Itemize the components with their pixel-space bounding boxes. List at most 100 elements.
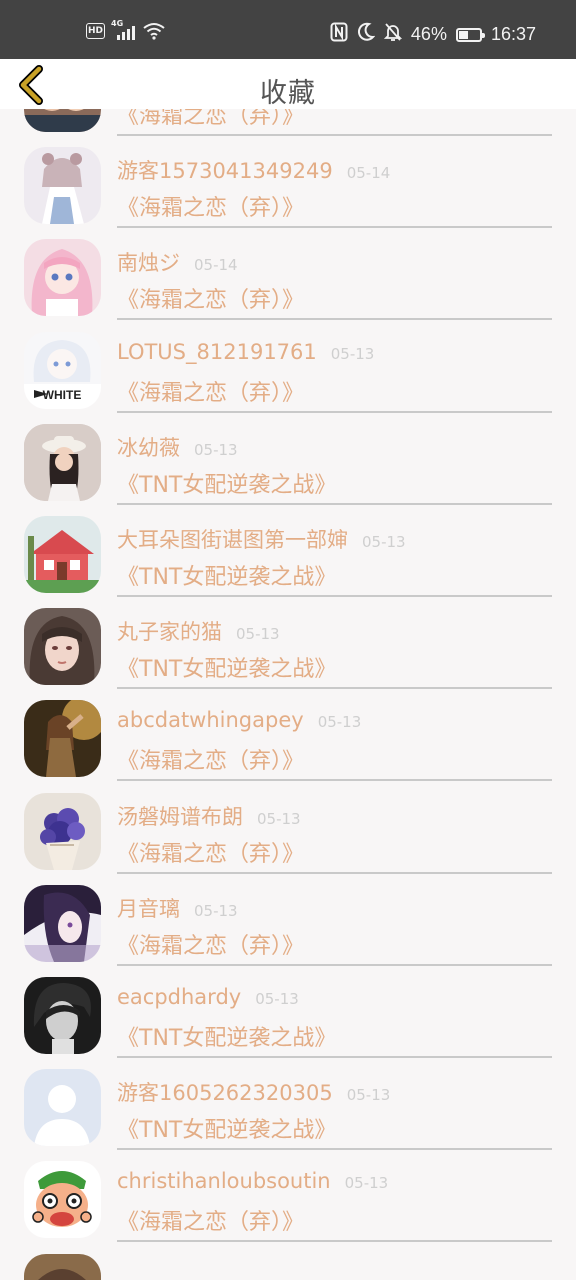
- book-title[interactable]: 《海霜之恋（弃）》: [117, 1204, 304, 1236]
- list-item[interactable]: christihanloubsoutin 05-13 《海霜之恋（弃）》: [0, 1154, 576, 1246]
- name-row: 游客1573041349249 05-14: [117, 155, 390, 185]
- favorite-date: 05-13: [194, 440, 238, 459]
- nfc-icon: [330, 22, 348, 47]
- avatar-anime-white-shirt[interactable]: WHITE: [24, 331, 101, 409]
- page-title: 收藏: [260, 78, 316, 109]
- list-item[interactable]: 《海霜之恋（弃）》: [0, 109, 576, 140]
- bell-off-icon: [383, 22, 403, 47]
- favorite-date: 05-13: [317, 713, 362, 732]
- signal-icon: 4G: [111, 19, 137, 40]
- divider: [117, 963, 552, 966]
- divider: [117, 1056, 552, 1058]
- favorites-list: 《海霜之恋（弃）》 游客1573041349249 05-14 《海霜之恋（弃）》 南烛…: [0, 109, 576, 1280]
- book-title[interactable]: 《TNT女配逆袭之战》: [117, 467, 336, 499]
- favorite-date: 05-13: [236, 625, 280, 644]
- list-item[interactable]: 大耳朵图街谌图第一部婶 05-13 《TNT女配逆袭之战》: [0, 509, 576, 601]
- book-title[interactable]: 《海霜之恋（弃）》: [117, 375, 304, 407]
- status-left: HD 4G: [86, 19, 165, 40]
- book-title[interactable]: 《TNT女配逆袭之战》: [117, 559, 336, 591]
- divider: [117, 871, 552, 874]
- favorite-date: 05-13: [194, 901, 238, 920]
- user-name[interactable]: 丸子家的猫: [117, 616, 222, 646]
- favorite-date: 05-13: [344, 1174, 389, 1193]
- book-title[interactable]: 《TNT女配逆袭之战》: [117, 1112, 336, 1144]
- avatar-girl-sunset[interactable]: [24, 700, 101, 778]
- avatar-bw-person[interactable]: [24, 977, 101, 1054]
- list-item[interactable]: 游客1573041349249 05-14 《海霜之恋（弃）》: [0, 140, 576, 232]
- list-item[interactable]: 游客1605262320305 05-13 《TNT女配逆袭之战》: [0, 1062, 576, 1154]
- title-bar: 收藏: [0, 59, 576, 109]
- list-item[interactable]: 丸子家的猫 05-13 《TNT女配逆袭之战》: [0, 601, 576, 693]
- user-name[interactable]: LOTUS_812191761: [117, 340, 317, 364]
- moon-icon: [357, 22, 376, 47]
- book-title[interactable]: 《TNT女配逆袭之战》: [117, 1020, 336, 1052]
- svg-text:WHITE: WHITE: [43, 388, 82, 402]
- avatar-partial[interactable]: [24, 1253, 101, 1280]
- name-row: 丸子家的猫 05-13: [117, 616, 280, 646]
- favorite-date: 05-13: [346, 1086, 391, 1105]
- user-name[interactable]: 月音璃: [117, 893, 180, 923]
- list-item[interactable]: abcdatwhingapey 05-13 《海霜之恋（弃）》: [0, 693, 576, 785]
- wifi-icon: [143, 22, 165, 40]
- name-row: abcdatwhingapey 05-13: [117, 708, 361, 732]
- divider: [117, 226, 552, 229]
- favorite-date: 05-13: [330, 344, 375, 363]
- avatar-anime-white-dress[interactable]: [24, 147, 101, 225]
- book-title[interactable]: 《海霜之恋（弃）》: [117, 109, 304, 130]
- list-item[interactable]: 冰幼薇 05-13 《TNT女配逆袭之战》: [0, 417, 576, 509]
- divider: [117, 1148, 552, 1151]
- favorite-date: 05-14: [346, 164, 391, 183]
- list-item[interactable]: WHITE LOTUS_812191761 05-13 《海霜之恋（弃）》: [0, 325, 576, 417]
- user-name[interactable]: 南烛ジ: [117, 247, 180, 277]
- clock: 16:37: [490, 24, 536, 44]
- status-bar: HD 4G 46% 16:37: [0, 0, 576, 59]
- user-name[interactable]: 汤磐姆谱布朗: [117, 801, 243, 831]
- user-name[interactable]: abcdatwhingapey: [117, 708, 304, 732]
- book-title[interactable]: 《海霜之恋（弃）》: [117, 282, 304, 314]
- battery-icon: [455, 27, 485, 42]
- user-name[interactable]: christihanloubsoutin: [117, 1169, 331, 1193]
- name-row: 冰幼薇 05-13: [117, 432, 238, 462]
- book-title[interactable]: 《TNT女配逆袭之战》: [117, 651, 336, 683]
- name-row: 月音璃 05-13: [117, 893, 238, 923]
- name-row: 大耳朵图街谌图第一部婶 05-13: [117, 524, 406, 554]
- user-name[interactable]: 大耳朵图街谌图第一部婶: [117, 524, 348, 554]
- list-item[interactable]: 月音璃 05-13 《海霜之恋（弃）》: [0, 878, 576, 970]
- user-name[interactable]: 冰幼薇: [117, 432, 180, 462]
- battery-percent: 46%: [410, 24, 447, 44]
- favorite-date: 05-13: [255, 990, 299, 1008]
- user-name[interactable]: 游客1605262320305: [117, 1077, 333, 1107]
- divider: [117, 595, 552, 597]
- avatar-anime-purple[interactable]: [24, 884, 101, 962]
- favorite-date: 05-14: [194, 256, 238, 275]
- list-item[interactable]: 南烛ジ 05-14 《海霜之恋（弃）》: [0, 232, 576, 324]
- divider: [117, 687, 552, 690]
- avatar-purple-flowers[interactable]: [24, 792, 101, 870]
- avatar-illustrated-girl[interactable]: [24, 608, 101, 686]
- favorite-date: 05-13: [362, 533, 406, 551]
- book-title[interactable]: 《海霜之恋（弃）》: [117, 836, 304, 868]
- name-row: 汤磐姆谱布朗 05-13: [117, 801, 301, 831]
- avatar-anime-pink-hair[interactable]: [24, 239, 101, 317]
- avatar-default-person[interactable]: [24, 1069, 101, 1147]
- list-item[interactable]: eacpdhardy 05-13 《TNT女配逆袭之战》: [0, 970, 576, 1062]
- book-title[interactable]: 《海霜之恋（弃）》: [117, 928, 304, 960]
- user-name[interactable]: 游客1573041349249: [117, 155, 333, 185]
- avatar-cartoon-zoro[interactable]: [24, 1161, 101, 1239]
- book-title[interactable]: 《海霜之恋（弃）》: [117, 743, 304, 775]
- status-right: 46% 16:37: [330, 22, 536, 47]
- name-row: christihanloubsoutin 05-13: [117, 1169, 388, 1193]
- list-item[interactable]: [0, 1247, 576, 1280]
- book-title[interactable]: 《海霜之恋（弃）》: [117, 190, 304, 222]
- avatar-red-house[interactable]: [24, 516, 101, 593]
- divider: [117, 779, 552, 782]
- name-row: LOTUS_812191761 05-13: [117, 340, 374, 364]
- divider: [117, 134, 552, 136]
- user-name[interactable]: eacpdhardy: [117, 985, 241, 1009]
- divider: [117, 502, 552, 505]
- name-row: eacpdhardy 05-13: [117, 985, 299, 1009]
- favorite-date: 05-13: [257, 809, 301, 828]
- avatar-girl-friends[interactable]: [24, 109, 101, 132]
- avatar-girl-hat[interactable]: [24, 423, 101, 501]
- list-item[interactable]: 汤磐姆谱布朗 05-13 《海霜之恋（弃）》: [0, 786, 576, 878]
